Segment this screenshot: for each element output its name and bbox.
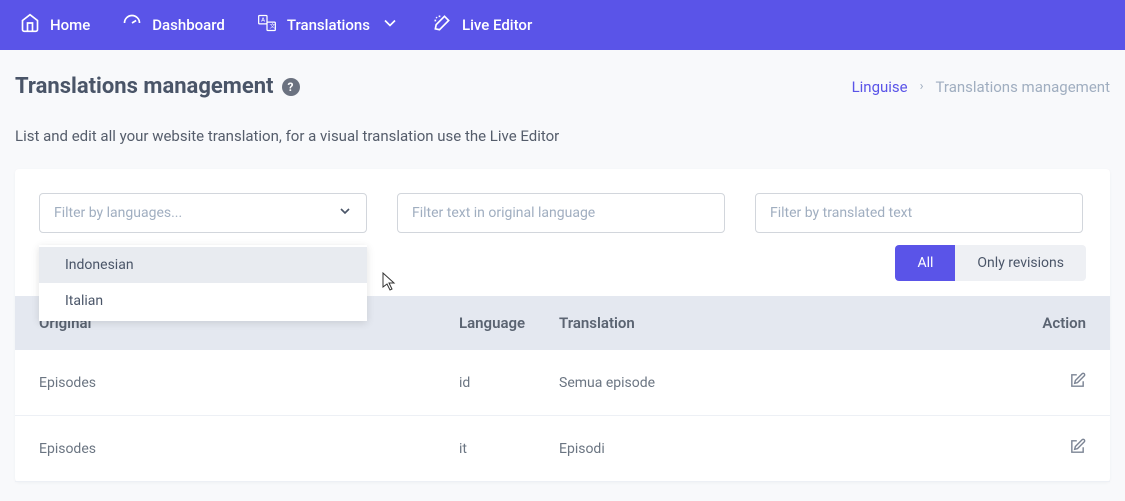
nav-translations[interactable]: A文 Translations — [257, 13, 400, 37]
edit-icon[interactable] — [1069, 443, 1086, 459]
language-filter-input[interactable] — [39, 193, 367, 233]
cell-original: Episodes — [39, 375, 459, 391]
original-text-input[interactable] — [397, 193, 725, 233]
svg-text:A: A — [261, 17, 265, 23]
nav-translations-label: Translations — [287, 16, 370, 34]
th-action: Action — [1026, 314, 1086, 332]
translated-text-input[interactable] — [755, 193, 1083, 233]
nav-dashboard-label: Dashboard — [152, 16, 225, 34]
cell-translation: Episodi — [559, 441, 1026, 457]
cell-original: Episodes — [39, 441, 459, 457]
help-icon[interactable]: ? — [282, 78, 300, 96]
dropdown-item-indonesian[interactable]: Indonesian — [39, 247, 367, 283]
language-dropdown: Indonesian Italian — [39, 245, 367, 321]
nav-live-editor-label: Live Editor — [462, 16, 532, 34]
page-title: Translations management ? — [15, 74, 300, 99]
th-translation: Translation — [559, 314, 1026, 332]
edit-icon[interactable] — [1069, 377, 1086, 393]
nav-home[interactable]: Home — [20, 13, 90, 37]
page-subtitle: List and edit all your website translati… — [15, 127, 1110, 145]
cell-lang: id — [459, 375, 559, 391]
translations-table: Original Language Translation Action Epi… — [15, 296, 1110, 482]
nav-dashboard[interactable]: Dashboard — [122, 13, 225, 37]
toggle-all-button[interactable]: All — [895, 245, 955, 281]
breadcrumb: Linguise › Translations management — [852, 78, 1110, 96]
nav-live-editor[interactable]: Live Editor — [432, 13, 532, 37]
toggle-revisions-button[interactable]: Only revisions — [955, 245, 1086, 281]
gauge-icon — [122, 13, 142, 37]
wand-icon — [432, 13, 452, 37]
top-nav: Home Dashboard A文 Translations Live Edit… — [0, 0, 1125, 50]
breadcrumb-current: Translations management — [936, 78, 1110, 96]
table-row: Episodes it Episodi — [15, 416, 1110, 482]
dropdown-item-italian[interactable]: Italian — [39, 283, 367, 319]
table-row: Episodes id Semua episode — [15, 350, 1110, 416]
home-icon — [20, 13, 40, 37]
chevron-right-icon: › — [920, 79, 924, 94]
translate-icon: A文 — [257, 13, 277, 37]
chevron-down-icon — [380, 13, 400, 37]
filter-card: Indonesian Italian All Only revisions Or… — [15, 169, 1110, 482]
th-language: Language — [459, 314, 559, 332]
cell-lang: it — [459, 441, 559, 457]
nav-home-label: Home — [50, 16, 90, 34]
revision-toggle: All Only revisions — [895, 245, 1086, 281]
breadcrumb-root[interactable]: Linguise — [852, 78, 908, 96]
cell-translation: Semua episode — [559, 375, 1026, 391]
svg-text:文: 文 — [269, 22, 275, 30]
